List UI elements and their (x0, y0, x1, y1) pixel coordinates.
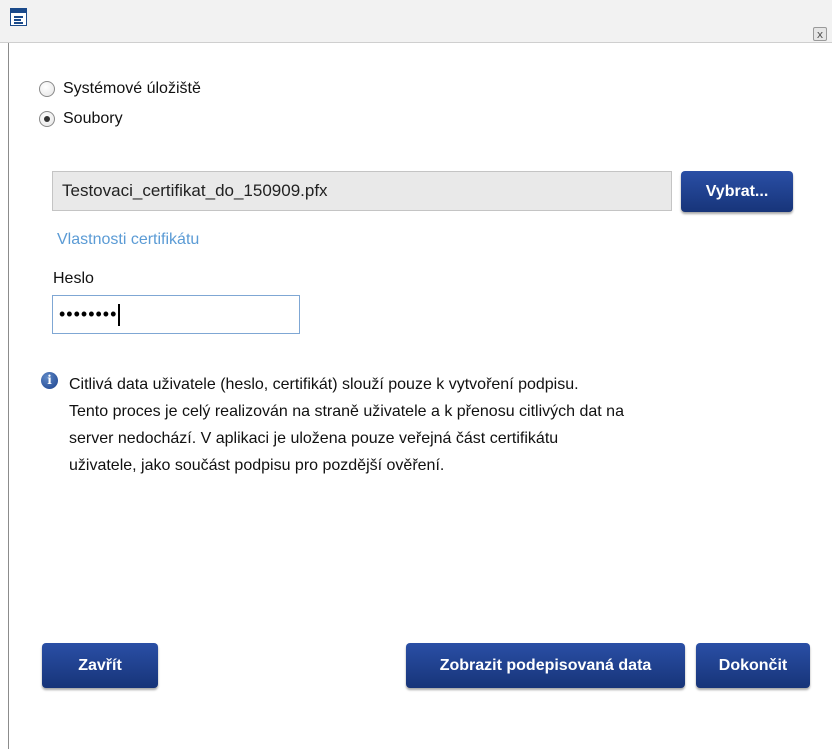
close-button[interactable]: Zavřít (42, 643, 158, 688)
radio-button-selected[interactable] (39, 111, 55, 127)
close-icon[interactable]: x (813, 27, 827, 41)
radio-label: Soubory (63, 110, 123, 127)
form-icon (10, 8, 27, 26)
radio-label: Systémové úložiště (63, 80, 201, 97)
info-line: uživatele, jako součást podpisu pro pozd… (69, 457, 445, 474)
info-line: Tento proces je celý realizován na stran… (69, 403, 624, 420)
radio-files[interactable]: Soubory (39, 110, 123, 128)
info-line: Citlivá data uživatele (heslo, certifiká… (69, 376, 579, 393)
certificate-properties-link[interactable]: Vlastnosti certifikátu (57, 231, 199, 249)
browse-button[interactable]: Vybrat... (681, 171, 793, 212)
info-line: server nedochází. V aplikaci je uložena … (69, 430, 559, 447)
info-icon: i (41, 372, 58, 389)
password-field[interactable]: •••••••• (52, 295, 300, 334)
show-signed-data-button[interactable]: Zobrazit podepisovaná data (406, 643, 685, 688)
password-value: •••••••• (59, 304, 118, 324)
text-caret (118, 304, 121, 327)
window-titlebar: x (0, 0, 832, 43)
password-label: Heslo (53, 270, 94, 287)
info-message: Citlivá data uživatele (heslo, certifiká… (69, 371, 829, 479)
radio-system-storage[interactable]: Systémové úložiště (39, 80, 201, 98)
finish-button[interactable]: Dokončit (696, 643, 810, 688)
certificate-file-field[interactable]: Testovaci_certifikat_do_150909.pfx (52, 171, 672, 211)
dialog-border (8, 43, 9, 749)
radio-button[interactable] (39, 81, 55, 97)
